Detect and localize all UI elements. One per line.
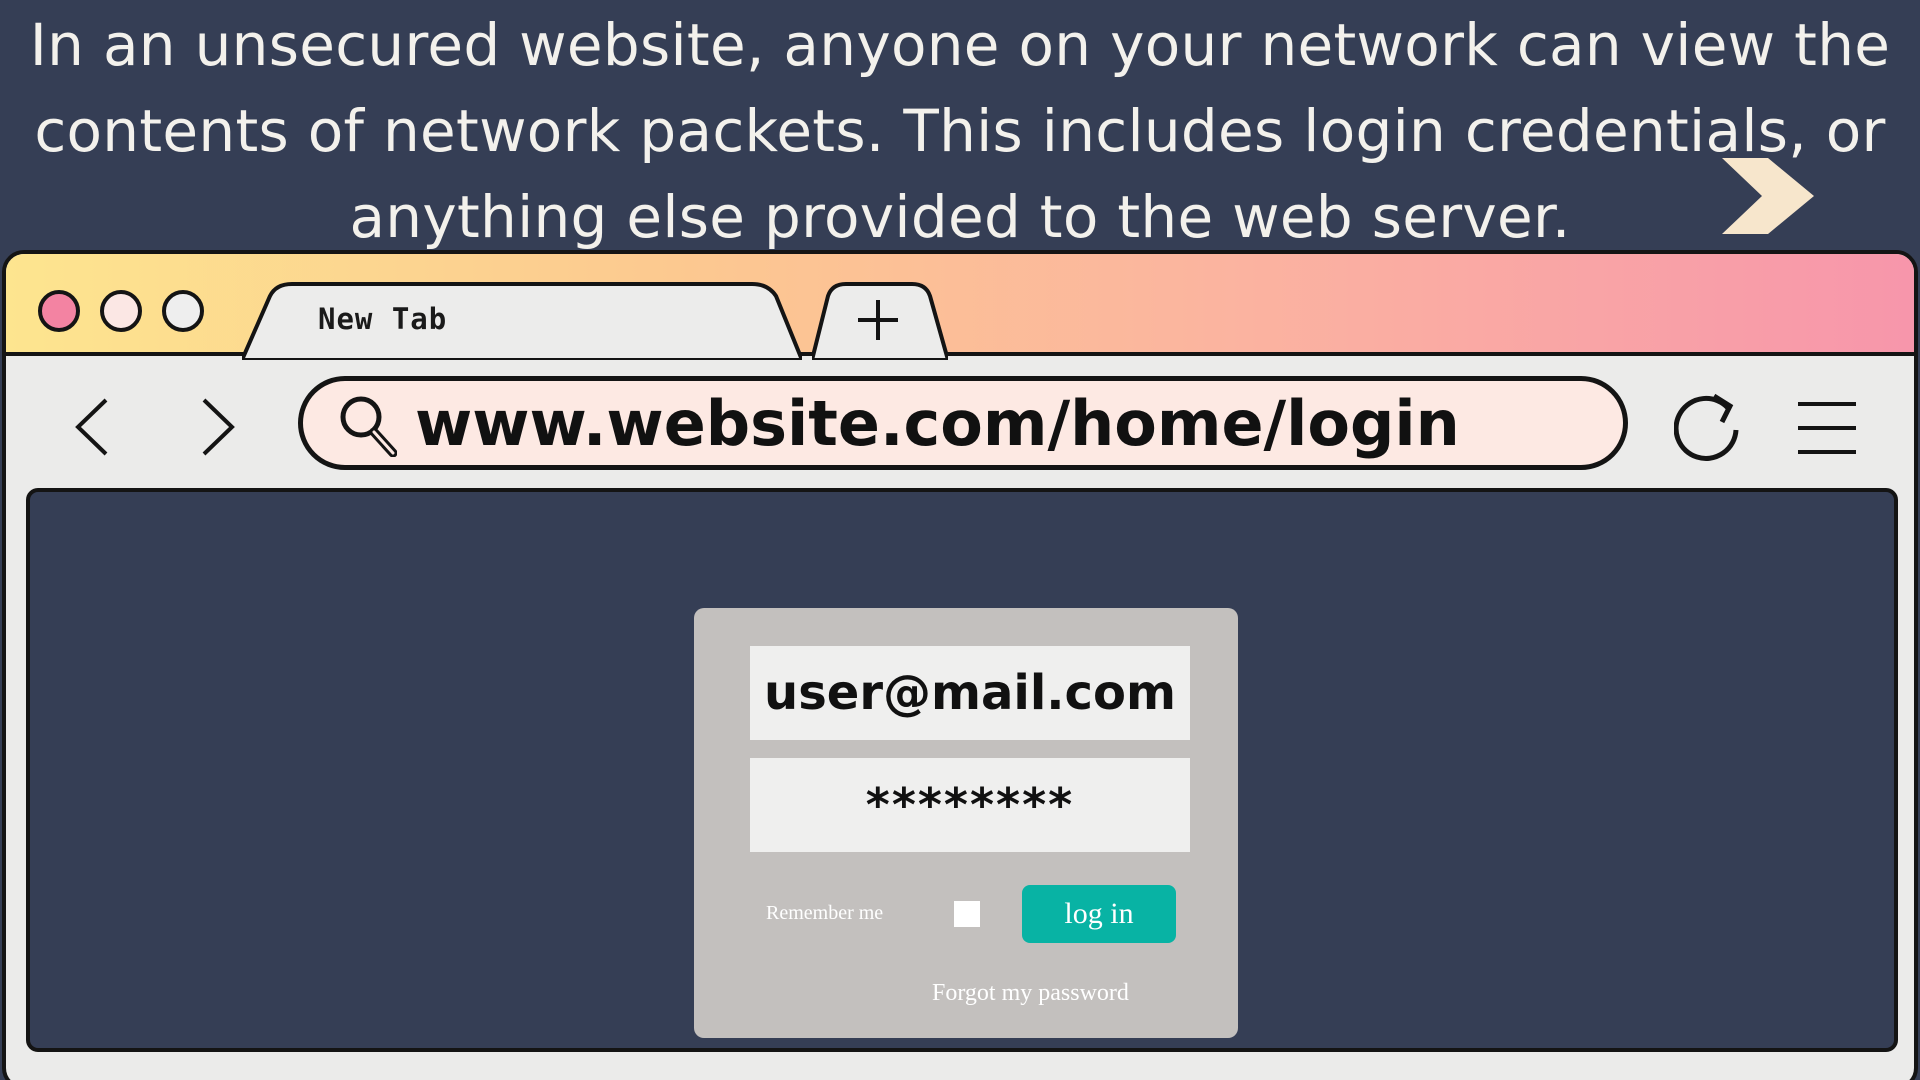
browser-window: New Tab www.website.com/home/login user@… <box>2 250 1918 1080</box>
caption-line-2: contents of network packets. This includ… <box>34 97 1886 165</box>
search-icon <box>340 396 397 457</box>
window-maximize-button[interactable] <box>162 290 204 332</box>
remember-me-label: Remember me <box>766 902 884 924</box>
tab-label: New Tab <box>318 302 448 336</box>
reload-icon[interactable] <box>1674 390 1744 462</box>
chevron-right-icon[interactable] <box>198 396 238 458</box>
remember-me-checkbox[interactable] <box>954 901 980 927</box>
window-minimize-button[interactable] <box>100 290 142 332</box>
password-field[interactable]: ******** <box>750 758 1190 852</box>
next-arrow-icon[interactable] <box>1722 158 1814 234</box>
chevron-left-icon[interactable] <box>72 396 112 458</box>
email-field[interactable]: user@mail.com <box>750 646 1190 740</box>
login-button[interactable]: log in <box>1022 885 1176 943</box>
caption-line-3: anything else provided to the web server… <box>349 183 1571 251</box>
browser-titlebar: New Tab <box>6 254 1914 360</box>
forgot-password-link[interactable]: Forgot my password <box>932 980 1129 1007</box>
hamburger-menu-icon[interactable] <box>1796 398 1858 458</box>
login-card: user@mail.com ******** Remember me log i… <box>694 608 1238 1038</box>
plus-icon <box>858 300 898 340</box>
caption-text: In an unsecured website, anyone on your … <box>0 2 1920 260</box>
page-viewport: user@mail.com ******** Remember me log i… <box>26 488 1898 1052</box>
url-text: www.website.com/home/login <box>415 387 1460 460</box>
address-bar[interactable]: www.website.com/home/login <box>298 376 1628 470</box>
caption-line-1: In an unsecured website, anyone on your … <box>29 11 1891 79</box>
window-close-button[interactable] <box>38 290 80 332</box>
